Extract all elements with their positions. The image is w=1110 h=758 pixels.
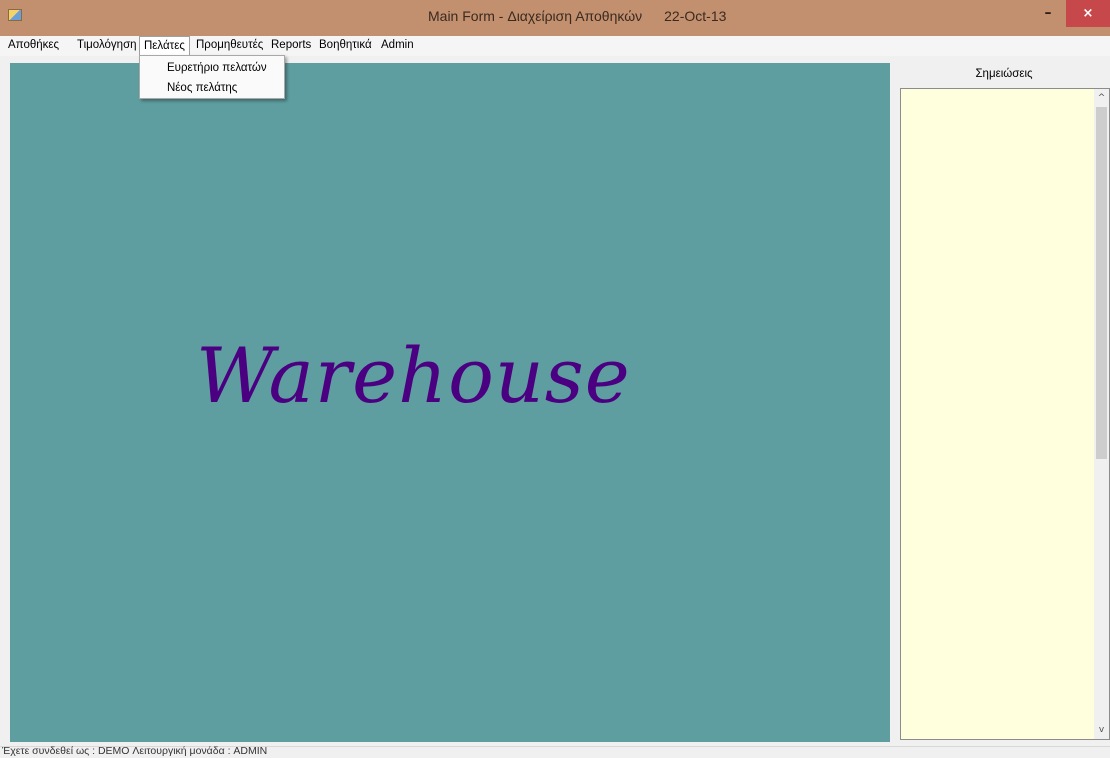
dropdown-item-new-customer[interactable]: Νέος πελάτης [140,78,284,98]
status-text: Έχετε συνδεθεί ως : DEMO Λειτουργική μον… [2,745,268,757]
customers-dropdown: Ευρετήριο πελατών Νέος πελάτης [139,55,285,99]
menu-item-utilities[interactable]: Βοηθητικά [315,36,376,56]
status-bar: Έχετε συνδεθεί ως : DEMO Λειτουργική μον… [0,745,1110,758]
notes-label: Σημειώσεις [975,68,1033,80]
scroll-up-icon[interactable]: ^ [1094,91,1109,105]
window-title-text: Main Form - Διαχείριση Αποθηκών [428,8,643,24]
menu-item-warehouses[interactable]: Αποθήκες [4,36,63,56]
minimize-icon: – [1044,5,1052,21]
scroll-down-icon[interactable]: v [1094,723,1109,737]
notes-textarea[interactable]: ^ v [900,88,1110,740]
brand-title: Warehouse [196,331,631,420]
menu-item-invoicing[interactable]: Τιμολόγηση [73,36,141,56]
menu-bar: Αποθήκες Τιμολόγηση Πελάτες Προμηθευτές … [0,36,1110,56]
menu-item-admin[interactable]: Admin [377,36,418,56]
window-title-date: 22-Oct-13 [664,8,727,24]
menu-item-customers[interactable]: Πελάτες [139,36,190,56]
main-canvas: Warehouse [10,63,890,742]
close-button[interactable]: × [1066,0,1110,27]
scroll-thumb[interactable] [1096,107,1107,459]
title-bar: Main Form - Διαχείριση Αποθηκών 22-Oct-13… [0,0,1110,36]
close-icon: × [1082,6,1094,21]
minimize-button[interactable]: – [1035,0,1061,27]
menu-item-suppliers[interactable]: Προμηθευτές [192,36,267,56]
menu-item-reports[interactable]: Reports [267,36,315,56]
dropdown-item-customer-index[interactable]: Ευρετήριο πελατών [140,58,284,78]
app-icon[interactable] [8,9,22,21]
window-title: Main Form - Διαχείριση Αποθηκών 22-Oct-13 [428,8,726,24]
notes-scrollbar[interactable]: ^ v [1094,89,1109,739]
